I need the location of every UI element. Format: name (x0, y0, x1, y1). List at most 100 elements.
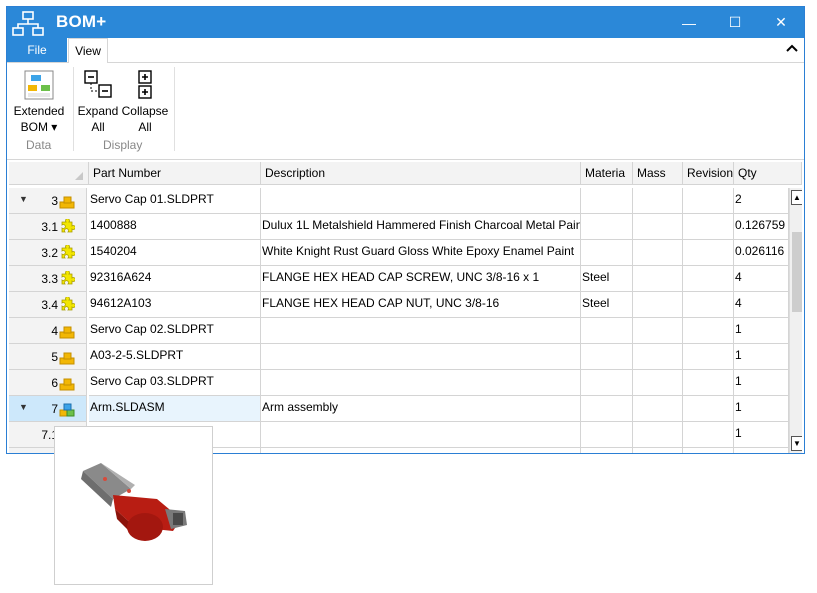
cell-part-number[interactable]: 1540204 (89, 240, 261, 266)
cell-part-number[interactable]: Servo Cap 03.SLDPRT (89, 370, 261, 396)
cell-revision[interactable] (683, 188, 734, 214)
cell-revision[interactable] (683, 396, 734, 422)
cell-qty[interactable]: 1 (734, 396, 789, 422)
cell-qty[interactable]: 0.126759 (734, 214, 789, 240)
cell-material[interactable] (581, 318, 633, 344)
cell-description[interactable] (261, 344, 581, 370)
chevron-up-icon[interactable] (786, 40, 798, 56)
cell-description[interactable]: Dulux 1L Metalshield Hammered Finish Cha… (261, 214, 581, 240)
cell-qty[interactable]: 1 (734, 370, 789, 396)
cell-mass[interactable] (633, 396, 683, 422)
cell-material[interactable] (581, 448, 633, 453)
cell-mass[interactable] (633, 188, 683, 214)
row-header[interactable]: 3.3 (9, 266, 87, 292)
row-header[interactable]: 3.4 (9, 292, 87, 318)
cell-revision[interactable] (683, 448, 734, 453)
cell-material[interactable] (581, 422, 633, 448)
cell-mass[interactable] (633, 292, 683, 318)
cell-description[interactable]: Arm assembly (261, 396, 581, 422)
row-header[interactable]: 5 (9, 344, 87, 370)
cell-description[interactable] (261, 422, 581, 448)
close-button[interactable]: ✕ (758, 7, 804, 38)
cell-description[interactable]: White Knight Rust Guard Gloss White Epox… (261, 240, 581, 266)
row-header[interactable]: 3.1 (9, 214, 87, 240)
table-row[interactable]: 3.3 92316A624 FLANGE HEX HEAD CAP SCREW, U… (9, 266, 789, 292)
table-row[interactable]: 5 A03-2-5.SLDPRT 1 (9, 344, 789, 370)
expand-toggle-icon[interactable]: ▼ (19, 402, 28, 412)
cell-mass[interactable] (633, 344, 683, 370)
cell-material[interactable]: Steel (581, 292, 633, 318)
cell-part-number[interactable]: 94612A103 (89, 292, 261, 318)
cell-part-number[interactable]: Arm.SLDASM (89, 396, 261, 422)
cell-revision[interactable] (683, 240, 734, 266)
expand-all-button[interactable]: Expand All (77, 69, 119, 135)
cell-revision[interactable] (683, 344, 734, 370)
cell-mass[interactable] (633, 240, 683, 266)
minimize-button[interactable]: — (666, 7, 712, 38)
cell-qty[interactable]: 0.026116 (734, 240, 789, 266)
cell-description[interactable]: FLANGE HEX HEAD CAP SCREW, UNC 3/8-16 x … (261, 266, 581, 292)
table-row[interactable]: 4 Servo Cap 02.SLDPRT 1 (9, 318, 789, 344)
cell-revision[interactable] (683, 318, 734, 344)
cell-mass[interactable] (633, 422, 683, 448)
column-header-revision[interactable]: Revision (683, 162, 734, 185)
cell-description[interactable] (261, 318, 581, 344)
row-header[interactable]: 6 (9, 370, 87, 396)
cell-qty[interactable]: 1 (734, 448, 789, 453)
cell-mass[interactable] (633, 214, 683, 240)
column-header-description[interactable]: Description (261, 162, 581, 185)
maximize-button[interactable]: ☐ (712, 7, 758, 38)
cell-qty[interactable]: 2 (734, 188, 789, 214)
cell-material[interactable] (581, 188, 633, 214)
cell-material[interactable] (581, 214, 633, 240)
column-header-material[interactable]: Materia (581, 162, 633, 185)
cell-part-number[interactable]: 1400888 (89, 214, 261, 240)
cell-revision[interactable] (683, 370, 734, 396)
row-header[interactable]: ▼ 7 (9, 396, 87, 422)
cell-part-number[interactable]: Servo Cap 01.SLDPRT (89, 188, 261, 214)
cell-description[interactable] (261, 370, 581, 396)
cell-mass[interactable] (633, 318, 683, 344)
table-row[interactable]: 6 Servo Cap 03.SLDPRT 1 (9, 370, 789, 396)
tab-file[interactable]: File (7, 38, 67, 62)
scroll-up-arrow[interactable]: ▲ (791, 190, 802, 205)
cell-qty[interactable]: 1 (734, 422, 789, 448)
cell-qty[interactable]: 4 (734, 266, 789, 292)
cell-material[interactable]: Steel (581, 266, 633, 292)
cell-description[interactable] (261, 448, 581, 453)
column-header-part-number[interactable]: Part Number (89, 162, 261, 185)
row-header[interactable]: 4 (9, 318, 87, 344)
cell-part-number[interactable]: Servo Cap 02.SLDPRT (89, 318, 261, 344)
cell-qty[interactable]: 4 (734, 292, 789, 318)
cell-material[interactable] (581, 344, 633, 370)
cell-material[interactable] (581, 396, 633, 422)
cell-revision[interactable] (683, 422, 734, 448)
cell-material[interactable] (581, 370, 633, 396)
cell-mass[interactable] (633, 266, 683, 292)
column-header-mass[interactable]: Mass (633, 162, 683, 185)
cell-part-number[interactable]: A03-2-5.SLDPRT (89, 344, 261, 370)
row-header[interactable]: ▼ 3 (9, 188, 87, 214)
tab-view[interactable]: View (68, 38, 108, 63)
row-header[interactable]: 3.2 (9, 240, 87, 266)
vertical-scrollbar[interactable]: ▲ ▼ (789, 188, 802, 453)
extended-bom-button[interactable]: Extended BOM ▾ (13, 69, 65, 135)
scroll-down-arrow[interactable]: ▼ (791, 436, 802, 451)
cell-qty[interactable]: 1 (734, 318, 789, 344)
collapse-all-button[interactable]: Collapse All (121, 69, 169, 135)
table-row[interactable]: 3.2 1540204 White Knight Rust Guard Gloss … (9, 240, 789, 266)
cell-material[interactable] (581, 240, 633, 266)
table-row[interactable]: ▼ 3 Servo Cap 01.SLDPRT 2 (9, 188, 789, 214)
cell-description[interactable] (261, 188, 581, 214)
cell-revision[interactable] (683, 266, 734, 292)
table-row[interactable]: ▼ 7 Arm.SLDASM Arm assembly 1 (9, 396, 789, 422)
scroll-thumb[interactable] (792, 232, 802, 312)
table-row[interactable]: 3.4 94612A103 FLANGE HEX HEAD CAP NUT, UNC… (9, 292, 789, 318)
column-header-qty[interactable]: Qty (734, 162, 802, 185)
cell-qty[interactable]: 1 (734, 344, 789, 370)
cell-revision[interactable] (683, 292, 734, 318)
cell-part-number[interactable]: 92316A624 (89, 266, 261, 292)
cell-mass[interactable] (633, 370, 683, 396)
cell-mass[interactable] (633, 448, 683, 453)
cell-revision[interactable] (683, 214, 734, 240)
